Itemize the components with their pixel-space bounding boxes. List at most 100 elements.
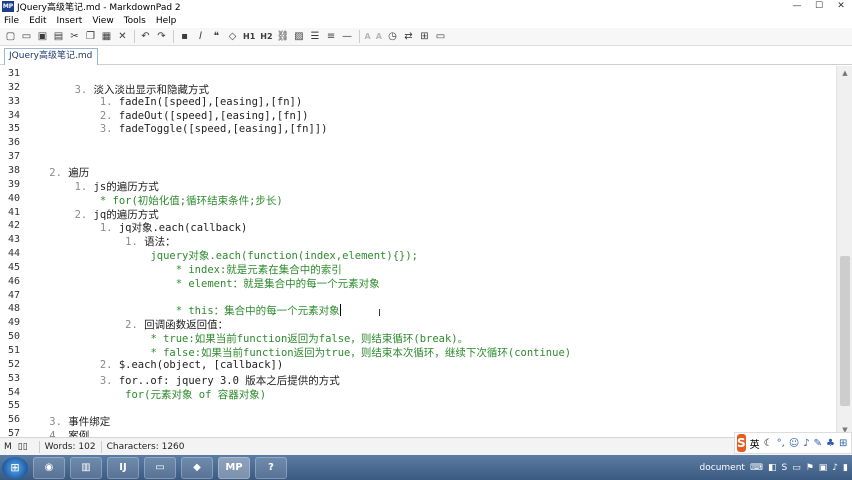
line-number: 42 (7, 220, 20, 232)
skin-icon[interactable]: ♣ (826, 438, 835, 449)
editor-line[interactable]: * false:如果当前function返回为true，则结束本次循环，继续下次… (24, 345, 571, 360)
tray-volume-icon[interactable]: ♪ (832, 463, 838, 473)
character-count: Characters: 1260 (106, 441, 185, 452)
editor-line[interactable]: 3. for..of: jquery 3.0 版本之后提供的方式 (24, 373, 340, 388)
horizontal-rule-icon[interactable]: — (341, 30, 354, 43)
menu-file[interactable]: File (4, 16, 19, 26)
paste-icon[interactable]: ▦ (100, 30, 113, 43)
hyperlink-icon[interactable]: ⛓ (277, 30, 290, 43)
ordered-list-icon[interactable]: ≡ (325, 30, 338, 43)
code-text: * true:如果当前function返回为false，则结束循环(break)… (150, 333, 469, 346)
tray-document-label[interactable]: document (700, 463, 745, 473)
copy-icon[interactable]: ❐ (84, 30, 97, 43)
code-icon[interactable]: ◇ (226, 30, 239, 43)
editor-line[interactable]: 2. 回调函数返回值： (24, 317, 228, 332)
menu-view[interactable]: View (92, 16, 113, 26)
font-decrease-button[interactable]: A (375, 30, 383, 43)
taskbar-markdownpad-icon[interactable]: MP (218, 456, 250, 479)
editor-line[interactable]: * for(初始化值;循环结束条件;步长) (24, 193, 283, 208)
editor-line[interactable]: jquery对象.each(function(index,element){})… (24, 248, 418, 263)
scroll-up-arrow-icon[interactable]: ▲ (837, 66, 852, 80)
editor-line[interactable]: * index:就是元素在集合中的索引 (24, 262, 342, 277)
tray-sogou-icon[interactable]: S (781, 463, 787, 473)
timestamp-icon[interactable]: ◷ (386, 30, 399, 43)
tray-flag-icon[interactable]: ⚑ (806, 463, 814, 473)
start-button-icon[interactable]: ⊞ (2, 456, 28, 479)
editor-line[interactable]: 1. jq对象.each(callback) (24, 220, 247, 235)
punctuation-icon[interactable]: °, (777, 438, 785, 449)
list-marker: 1. (24, 236, 145, 249)
new-file-icon[interactable]: ▢ (4, 30, 17, 43)
menu-help[interactable]: Help (156, 16, 177, 26)
heading1-button[interactable]: H1 (242, 30, 256, 43)
editor-line[interactable]: 1. fadeIn([speed],[easing],[fn]) (24, 96, 302, 108)
sync-scroll-icon[interactable]: ⇄ (402, 30, 415, 43)
editor-line[interactable]: 1. 语法： (24, 234, 175, 249)
ime-language-mode[interactable]: 英 (750, 436, 760, 451)
editor-line[interactable]: 3. 事件绑定 (24, 414, 110, 429)
undo-icon[interactable]: ↶ (139, 30, 152, 43)
taskbar-help-icon[interactable]: ? (255, 456, 287, 479)
list-marker: 1. (24, 180, 94, 193)
tray-keyboard-icon[interactable]: ▭ (792, 463, 801, 473)
emoji-icon[interactable]: ☺ (789, 438, 799, 449)
ime-toolbox-icon[interactable]: ⊞ (839, 438, 847, 449)
heading2-button[interactable]: H2 (259, 30, 273, 43)
editor-line[interactable]: 3. 淡入淡出显示和隐藏方式 (24, 82, 209, 97)
markdown-mode-icon[interactable]: M (4, 442, 12, 452)
save-all-icon[interactable]: ▤ (52, 30, 65, 43)
editor-line[interactable]: 2. fadeOut([speed],[easing],[fn]) (24, 110, 309, 122)
menu-tools[interactable]: Tools (124, 16, 146, 26)
list-marker (24, 333, 150, 345)
quote-icon[interactable]: ❝ (210, 30, 223, 43)
tray-ime-icon[interactable]: ⌨ (750, 463, 763, 473)
menu-edit[interactable]: Edit (29, 16, 46, 26)
maximize-button[interactable]: ☐ (808, 0, 830, 12)
minimize-button[interactable]: — (786, 0, 808, 12)
voice-icon[interactable]: ♪ (803, 438, 809, 449)
sogou-logo-icon[interactable]: S (737, 434, 746, 452)
open-folder-icon[interactable]: ▭ (20, 30, 33, 43)
list-marker: 1. (24, 222, 119, 235)
editor-line[interactable]: for(元素对象 of 容器对象) (24, 387, 266, 402)
text-caret (339, 304, 341, 317)
editor-line[interactable]: 3. fadeToggle([speed,[easing],[fn]]) (24, 123, 328, 135)
taskbar-explorer-icon[interactable]: ▭ (144, 456, 176, 479)
editor-line[interactable]: 1. js的遍历方式 (24, 179, 159, 194)
close-button[interactable]: ✕ (830, 0, 852, 12)
editor-line[interactable]: 2. $.each(object, [callback]) (24, 359, 283, 371)
tray-network-icon[interactable]: ▮ (843, 463, 848, 473)
tray-monitor-icon[interactable]: ▣ (819, 463, 828, 473)
save-icon[interactable]: ▣ (36, 30, 49, 43)
editor-line[interactable]: * this：集合中的每一个元素对象 (24, 303, 341, 318)
tray-app-icon[interactable]: ◧ (768, 463, 777, 473)
unordered-list-icon[interactable]: ☰ (309, 30, 322, 43)
preview-icon[interactable]: ⊞ (418, 30, 431, 43)
book-icon[interactable]: ▯▯ (18, 442, 28, 452)
ime-toolbar[interactable]: S 英 ☾ °, ☺ ♪ ✎ ♣ ⊞ (734, 432, 852, 454)
editor-pane[interactable]: 31 32 33 34 35 36 37 38 39 40 41 42 43 44 45 46 47 48 49 50… (0, 66, 836, 437)
vertical-scrollbar[interactable]: ▲ ▼ (836, 66, 852, 437)
editor-line[interactable]: 2. 遍历 (24, 165, 89, 180)
editor-line[interactable]: * element：就是集合中的每一个元素对象 (24, 276, 380, 291)
handwriting-icon[interactable]: ✎ (814, 438, 822, 449)
scrollbar-thumb[interactable] (840, 256, 850, 406)
editor-line[interactable]: 4. 案例 (24, 428, 89, 437)
taskbar-intellij-icon[interactable]: IJ (107, 456, 139, 479)
editor-line[interactable]: 2. jq的遍历方式 (24, 207, 159, 222)
taskbar-chrome-icon[interactable]: ◉ (33, 456, 65, 479)
editor-line[interactable]: * true:如果当前function返回为false，则结束循环(break)… (24, 331, 468, 346)
cut-icon[interactable]: ✂ (68, 30, 81, 43)
half-width-moon-icon[interactable]: ☾ (764, 438, 773, 449)
font-increase-button[interactable]: A (364, 30, 372, 43)
bold-icon[interactable]: ▪ (178, 30, 191, 43)
redo-icon[interactable]: ↷ (155, 30, 168, 43)
fullscreen-icon[interactable]: ▭ (434, 30, 447, 43)
image-icon[interactable]: ▨ (293, 30, 306, 43)
italic-icon[interactable]: 𝐼 (194, 30, 207, 43)
taskbar-app-icon[interactable]: ◆ (181, 456, 213, 479)
tab-jquery-notes[interactable]: JQuery高级笔记.md (4, 48, 98, 65)
taskbar-paint-icon[interactable]: ▥ (70, 456, 102, 479)
menu-insert[interactable]: Insert (57, 16, 83, 26)
delete-icon[interactable]: ✕ (116, 30, 129, 43)
